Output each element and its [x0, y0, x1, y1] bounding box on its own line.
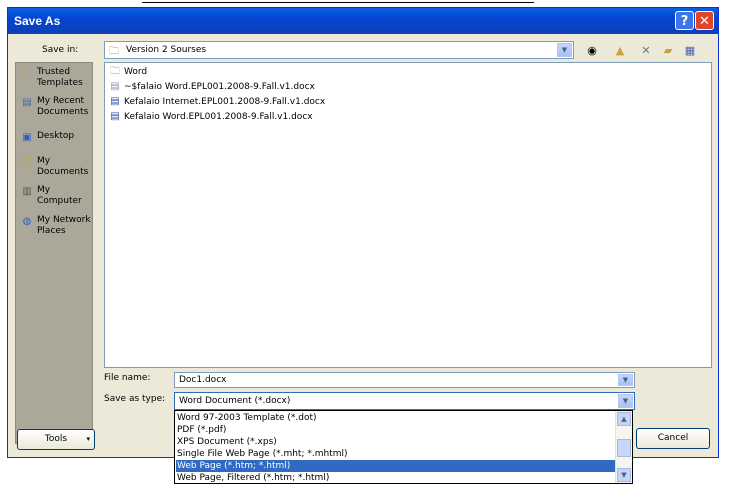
- recent-documents-icon: ▤: [22, 97, 32, 108]
- place-recent-documents[interactable]: ▤ My Recent Documents: [20, 96, 92, 122]
- save-as-type-list[interactable]: Word 97-2003 Template (*.dot) PDF (*.pdf…: [174, 410, 633, 484]
- window-title: Save As: [14, 14, 61, 28]
- computer-icon: ▥: [22, 186, 32, 197]
- file-name: ~$falaio Word.EPL001.2008-9.Fall.v1.docx: [124, 82, 315, 92]
- place-label: Desktop: [37, 131, 75, 141]
- file-list[interactable]: 🗀 Word ▤ ~$falaio Word.EPL001.2008-9.Fal…: [104, 62, 712, 368]
- type-option-selected[interactable]: Web Page (*.htm; *.html): [176, 460, 617, 472]
- file-name: Word: [124, 67, 148, 77]
- save-as-dialog: Save As ? ✕ Save in: 🗀 Version 2 Sourses…: [7, 7, 719, 458]
- desktop-icon: ▣: [22, 132, 32, 143]
- place-label: My Computer: [37, 185, 82, 206]
- place-label: My Documents: [37, 156, 89, 177]
- place-trusted-templates[interactable]: 🗀 Trusted Templates: [20, 67, 92, 93]
- chevron-down-icon[interactable]: ▼: [557, 43, 572, 57]
- type-option[interactable]: Web Page, Filtered (*.htm; *.html): [176, 472, 617, 484]
- folder-icon: 🗀: [110, 66, 120, 77]
- place-label: My Network Places: [37, 215, 91, 236]
- views-icon[interactable]: ▦: [682, 44, 698, 58]
- chevron-down-icon[interactable]: ▼: [618, 394, 633, 408]
- word-doc-icon: ▤: [110, 96, 120, 107]
- network-icon: ◍: [22, 216, 32, 227]
- close-button[interactable]: ✕: [695, 11, 714, 30]
- file-name: Kefalaio Internet.EPL001.2008-9.Fall.v1.…: [124, 97, 326, 107]
- cancel-button[interactable]: Cancel: [636, 428, 710, 449]
- title-bar: Save As ? ✕: [8, 8, 718, 34]
- top-border-line: [142, 2, 534, 3]
- place-my-network-places[interactable]: ◍ My Network Places: [20, 215, 92, 241]
- list-scrollbar[interactable]: ▲ ▼: [615, 411, 632, 483]
- tools-label: Tools: [44, 434, 68, 444]
- back-icon[interactable]: ◉: [584, 44, 600, 58]
- type-option[interactable]: XPS Document (*.xps): [176, 436, 617, 448]
- place-label: My Recent Documents: [37, 96, 89, 117]
- place-label: Trusted Templates: [37, 67, 83, 88]
- save-in-label: Save in:: [42, 45, 79, 55]
- chevron-down-icon[interactable]: ▼: [618, 374, 633, 386]
- place-my-documents[interactable]: 🗀 My Documents: [20, 156, 92, 182]
- scroll-down-icon[interactable]: ▼: [617, 468, 631, 482]
- help-button[interactable]: ?: [675, 11, 694, 30]
- file-name-field[interactable]: Doc1.docx ▼: [174, 372, 635, 388]
- folder-icon: 🗀: [22, 68, 32, 79]
- type-option[interactable]: Word 97-2003 Template (*.dot): [176, 412, 617, 424]
- word-doc-icon: ▤: [110, 111, 120, 122]
- places-bar: 🗀 Trusted Templates ▤ My Recent Document…: [15, 62, 93, 444]
- save-as-type-label: Save as type:: [104, 394, 166, 404]
- type-option[interactable]: PDF (*.pdf): [176, 424, 617, 436]
- save-in-value: Version 2 Sourses: [126, 45, 207, 55]
- file-name-label: File name:: [104, 373, 151, 383]
- place-desktop[interactable]: ▣ Desktop: [20, 131, 92, 157]
- tools-button[interactable]: Tools ▾: [17, 429, 95, 450]
- caret-down-icon: ▾: [86, 435, 90, 443]
- word-doc-icon: ▤: [110, 81, 120, 92]
- folder-icon: 🗀: [109, 46, 119, 57]
- new-folder-icon[interactable]: ▰: [660, 44, 676, 58]
- my-documents-icon: 🗀: [22, 157, 32, 168]
- scroll-up-icon[interactable]: ▲: [617, 412, 631, 426]
- type-option[interactable]: Single File Web Page (*.mht; *.mhtml): [176, 448, 617, 460]
- file-name-value: Doc1.docx: [179, 375, 227, 385]
- up-folder-icon[interactable]: ▲: [612, 44, 628, 58]
- file-name: Kefalaio Word.EPL001.2008-9.Fall.v1.docx: [124, 112, 313, 122]
- scroll-thumb[interactable]: [617, 439, 631, 457]
- delete-icon[interactable]: ✕: [638, 44, 654, 58]
- save-in-dropdown[interactable]: 🗀 Version 2 Sourses ▼: [104, 41, 574, 59]
- save-as-type-dropdown[interactable]: Word Document (*.docx) ▼: [174, 392, 635, 410]
- save-as-type-value: Word Document (*.docx): [179, 396, 291, 406]
- place-my-computer[interactable]: ▥ My Computer: [20, 185, 92, 211]
